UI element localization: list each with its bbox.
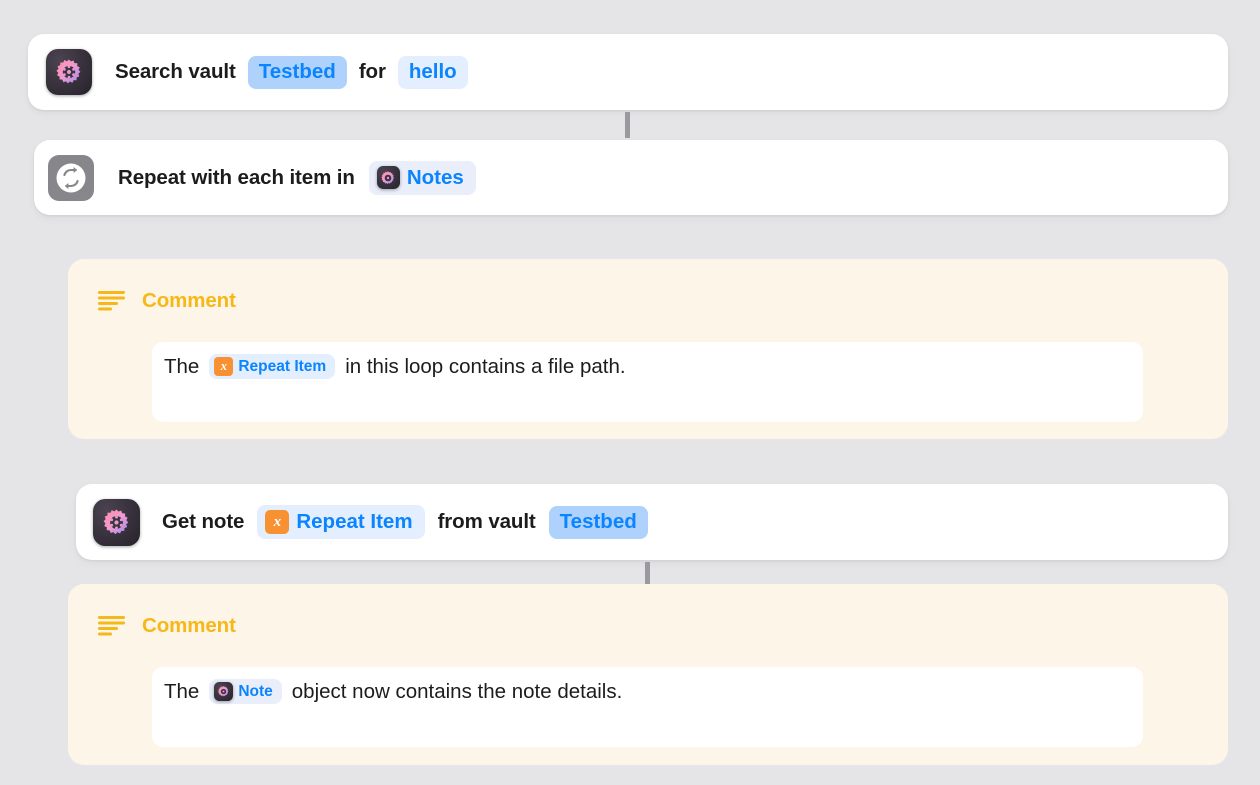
comment-body-text-2: object now contains the note details. <box>291 679 623 703</box>
token-query-hello[interactable]: hello <box>397 55 468 89</box>
action-label-search-vault: Search vault <box>115 60 236 83</box>
comment-text-field[interactable]: The Note object now contains the note de… <box>152 667 1143 747</box>
obsidian-gear-app-icon <box>376 166 400 189</box>
comment-card-repeat-item[interactable]: Comment The x Repeat Item in this loop c… <box>68 259 1228 439</box>
comment-body-text-1: The <box>164 679 200 703</box>
token-repeat-item[interactable]: x Repeat Item <box>257 505 425 539</box>
variable-chip: x <box>265 510 290 534</box>
obsidian-gear-app-icon <box>93 498 140 546</box>
obsidian-gear-app-icon <box>46 49 92 95</box>
token-vault-testbed[interactable]: Testbed <box>247 55 347 89</box>
token-note[interactable]: Note <box>209 679 282 704</box>
token-vault-testbed[interactable]: Testbed <box>548 505 648 539</box>
action-label-get-note: Get note <box>162 510 245 533</box>
token-notes[interactable]: Notes <box>368 160 476 195</box>
token-repeat-item[interactable]: x Repeat Item <box>209 354 336 379</box>
action-card-get-note[interactable]: Get note x Repeat Item from vault Testbe… <box>76 484 1228 560</box>
action-card-repeat[interactable]: Repeat with each item in Notes <box>34 140 1228 215</box>
action-label-from-vault: from vault <box>437 510 536 533</box>
action-card-search-vault[interactable]: Search vault Testbed for hello <box>28 34 1228 110</box>
comment-title: Comment <box>142 289 236 312</box>
comment-text-field[interactable]: The x Repeat Item in this loop contains … <box>152 342 1143 422</box>
action-label-for: for <box>358 60 386 83</box>
text-lines-icon <box>98 615 125 637</box>
comment-title: Comment <box>142 614 236 637</box>
token-repeat-item-label: Repeat Item <box>238 357 327 375</box>
comment-card-note-object[interactable]: Comment The Note object now contains the… <box>68 584 1228 765</box>
token-note-label: Note <box>238 682 273 700</box>
comment-body-text-2: in this loop contains a file path. <box>345 354 626 378</box>
token-notes-label: Notes <box>406 165 464 189</box>
obsidian-gear-app-icon <box>214 682 234 701</box>
repeat-loop-icon <box>48 154 94 201</box>
text-lines-icon <box>98 290 125 312</box>
shortcut-editor-canvas: Search vault Testbed for hello Repeat wi… <box>0 0 1260 785</box>
connector-line-1 <box>625 112 630 138</box>
variable-chip: x <box>214 357 234 376</box>
connector-line-2 <box>645 562 650 586</box>
action-label-repeat: Repeat with each item in <box>118 165 355 189</box>
comment-body-text-1: The <box>164 354 200 378</box>
token-repeat-item-label: Repeat Item <box>296 510 413 533</box>
